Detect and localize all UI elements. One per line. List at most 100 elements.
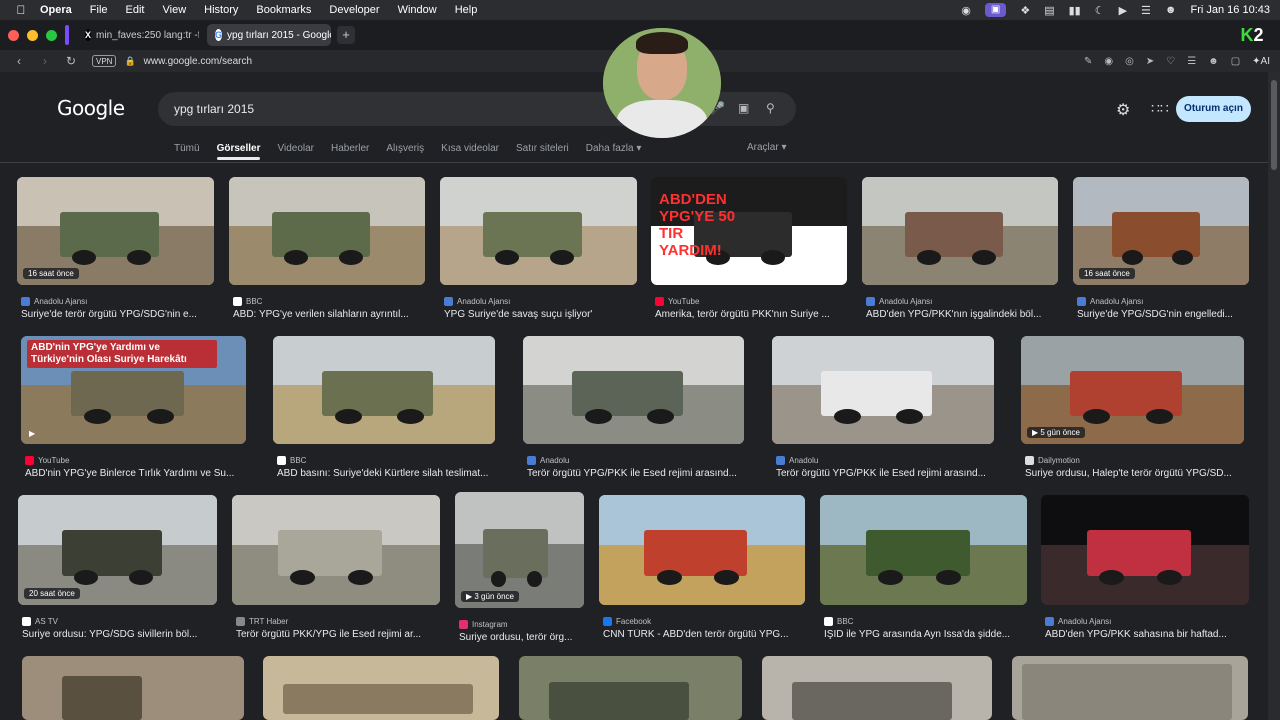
image-result-card[interactable]: Anadolu Terör örgütü YPG/PKK ile Esed rej…: [523, 336, 744, 484]
result-thumbnail[interactable]: [232, 495, 440, 605]
lens-icon[interactable]: ▣: [738, 101, 749, 115]
result-thumbnail[interactable]: 20 saat önce: [18, 495, 217, 605]
result-title[interactable]: ABD'den YPG/PKK sahasına bir haftad...: [1045, 629, 1249, 640]
menu-app-name[interactable]: Opera: [40, 4, 72, 16]
result-title[interactable]: Suriye'de terör örgütü YPG/SDG'nin e...: [21, 309, 214, 320]
control-center-icon[interactable]: ☰: [1141, 4, 1151, 17]
result-thumbnail[interactable]: [440, 177, 637, 285]
image-result-card[interactable]: BBC ABD basını: Suriye'deki Kürtlere sila…: [273, 336, 495, 484]
image-result-card[interactable]: 16 saat önce Anadolu Ajansı Suriye'de terö…: [17, 177, 214, 325]
menu-view[interactable]: View: [163, 4, 187, 16]
account-icon[interactable]: ☻: [1208, 56, 1219, 67]
result-title[interactable]: ABD'nin YPG'ye Binlerce Tırlık Yardımı v…: [25, 468, 246, 479]
result-source[interactable]: Anadolu Ajansı: [444, 297, 510, 306]
apps-grid-icon[interactable]: ∷∷: [1151, 100, 1169, 117]
maximize-window-button[interactable]: [46, 29, 57, 41]
result-title[interactable]: IŞİD ile YPG arasında Ayn İssa'da şidde.…: [824, 629, 1027, 640]
image-result-card[interactable]: Anadolu Ajansı ABD'den YPG/PKK'nın işgali…: [862, 177, 1058, 325]
google-logo[interactable]: Google: [57, 96, 125, 120]
battery-icon[interactable]: ▮▮: [1069, 4, 1081, 17]
image-result-partial[interactable]: [762, 656, 992, 720]
result-title[interactable]: Suriye'de YPG/SDG'nin engelledi...: [1077, 309, 1249, 320]
image-result-card[interactable]: ▶ 3 gün önce Instagram Suriye ordusu, terö…: [455, 492, 584, 648]
menu-history[interactable]: History: [204, 4, 238, 16]
result-source[interactable]: BBC: [824, 617, 853, 626]
result-source[interactable]: Facebook: [603, 617, 651, 626]
translate-icon[interactable]: ◎: [1125, 56, 1134, 67]
result-thumbnail[interactable]: ▶ 3 gün önce: [455, 492, 584, 608]
result-source[interactable]: Anadolu Ajansı: [1045, 617, 1111, 626]
filter-videos[interactable]: Videolar: [277, 143, 314, 154]
image-result-partial[interactable]: [519, 656, 742, 720]
result-source[interactable]: Anadolu Ajansı: [1077, 297, 1143, 306]
image-result-card[interactable]: BBC IŞİD ile YPG arasında Ayn İssa'da şid…: [820, 495, 1027, 645]
result-thumbnail[interactable]: [523, 336, 744, 444]
image-result-card[interactable]: ▶ 5 gün önce Dailymotion Suriye ordusu, Ha…: [1021, 336, 1244, 484]
result-source[interactable]: Instagram: [459, 620, 508, 629]
scrollbar-thumb[interactable]: [1271, 80, 1277, 170]
cube-icon[interactable]: ▢: [1231, 56, 1240, 67]
moon-icon[interactable]: ☾: [1095, 4, 1105, 17]
result-source[interactable]: AS TV: [22, 617, 58, 626]
search-input[interactable]: [174, 102, 594, 116]
screen-record-icon[interactable]: ▣: [984, 3, 1007, 17]
result-title[interactable]: Terör örgütü PKK/YPG ile Esed rejimi ar.…: [236, 629, 440, 640]
tools-button[interactable]: Araçlar ▾: [747, 142, 787, 153]
result-title[interactable]: ABD'den YPG/PKK'nın işgalindeki böl...: [866, 309, 1058, 320]
image-result-card[interactable]: Facebook CNN TÜRK - ABD'den terör örgütü …: [599, 495, 805, 645]
menu-developer[interactable]: Developer: [329, 4, 379, 16]
lock-icon[interactable]: 🔒: [124, 56, 135, 67]
result-source[interactable]: YouTube: [655, 297, 699, 306]
filter-images[interactable]: Görseller: [216, 143, 260, 160]
result-source[interactable]: YouTube: [25, 456, 69, 465]
send-icon[interactable]: ➤: [1146, 56, 1154, 67]
result-source[interactable]: Anadolu Ajansı: [866, 297, 932, 306]
new-tab-button[interactable]: +: [337, 26, 355, 44]
result-source[interactable]: Anadolu Ajansı: [21, 297, 87, 306]
result-title[interactable]: Suriye ordusu, Halep'te terör örgütü YPG…: [1025, 468, 1244, 479]
result-title[interactable]: Terör örgütü YPG/PKK ile Esed rejimi ara…: [776, 468, 994, 479]
edit-icon[interactable]: ✎: [1084, 56, 1092, 67]
menu-bookmarks[interactable]: Bookmarks: [256, 4, 311, 16]
filter-sites[interactable]: Satır siteleri: [516, 143, 569, 154]
camera-status-icon[interactable]: ◉: [961, 4, 971, 17]
result-thumbnail[interactable]: ▶ 5 gün önce: [1021, 336, 1244, 444]
filter-more[interactable]: Daha fazla ▾: [586, 143, 642, 154]
result-thumbnail[interactable]: [820, 495, 1027, 605]
image-result-partial[interactable]: [263, 656, 499, 720]
menubar-clock[interactable]: Fri Jan 16 10:43: [1191, 4, 1271, 16]
result-thumbnail[interactable]: 16 saat önce: [1073, 177, 1249, 285]
menu-lines-icon[interactable]: ☰: [1187, 56, 1196, 67]
result-thumbnail[interactable]: ABD'nin YPG'ye Yardımı ve Türkiye'nin Ol…: [21, 336, 246, 444]
menu-edit[interactable]: Edit: [126, 4, 145, 16]
url-field[interactable]: www.google.com/search: [144, 56, 252, 67]
image-result-card[interactable]: TRT Haber Terör örgütü PKK/YPG ile Esed r…: [232, 495, 440, 645]
result-thumbnail[interactable]: ABD'DEN YPG'YE 50 TIR YARDIM! ▶: [651, 177, 847, 285]
image-result-card[interactable]: Anadolu Ajansı ABD'den YPG/PKK sahasına b…: [1041, 495, 1249, 645]
sign-in-button[interactable]: Oturum açın: [1176, 96, 1251, 122]
tab-google-search[interactable]: G ypg tırları 2015 - Google: [207, 24, 331, 46]
result-source[interactable]: BBC: [277, 456, 306, 465]
search-icon[interactable]: ⚲: [766, 101, 775, 115]
menu-file[interactable]: File: [90, 4, 108, 16]
result-title[interactable]: ABD basını: Suriye'deki Kürtlere silah t…: [277, 468, 495, 479]
menu-help[interactable]: Help: [455, 4, 478, 16]
result-title[interactable]: ABD: YPG'ye verilen silahların ayrıntıl.…: [233, 309, 425, 320]
display-icon[interactable]: ▤: [1044, 4, 1054, 17]
image-result-card[interactable]: Anadolu Ajansı YPG Suriye'de savaş suçu i…: [440, 177, 637, 325]
minimize-window-button[interactable]: [27, 29, 38, 41]
image-result-partial[interactable]: [1012, 656, 1248, 720]
filter-shopping[interactable]: Alışveriş: [386, 143, 424, 154]
reload-icon[interactable]: ↻: [64, 54, 78, 68]
result-title[interactable]: YPG Suriye'de savaş suçu işliyor': [444, 309, 637, 320]
result-source[interactable]: Dailymotion: [1025, 456, 1080, 465]
forward-icon[interactable]: ›: [38, 54, 52, 68]
image-result-card[interactable]: BBC ABD: YPG'ye verilen silahların ayrınt…: [229, 177, 425, 325]
tab-twitter-search[interactable]: X min_faves:250 lang:tr -f: [77, 24, 199, 46]
result-source[interactable]: Anadolu: [776, 456, 818, 465]
result-thumbnail[interactable]: [273, 336, 495, 444]
play-status-icon[interactable]: ▶: [1119, 4, 1127, 17]
close-window-button[interactable]: [8, 29, 19, 41]
camera-icon[interactable]: ◉: [1104, 56, 1113, 67]
result-thumbnail[interactable]: [1041, 495, 1249, 605]
